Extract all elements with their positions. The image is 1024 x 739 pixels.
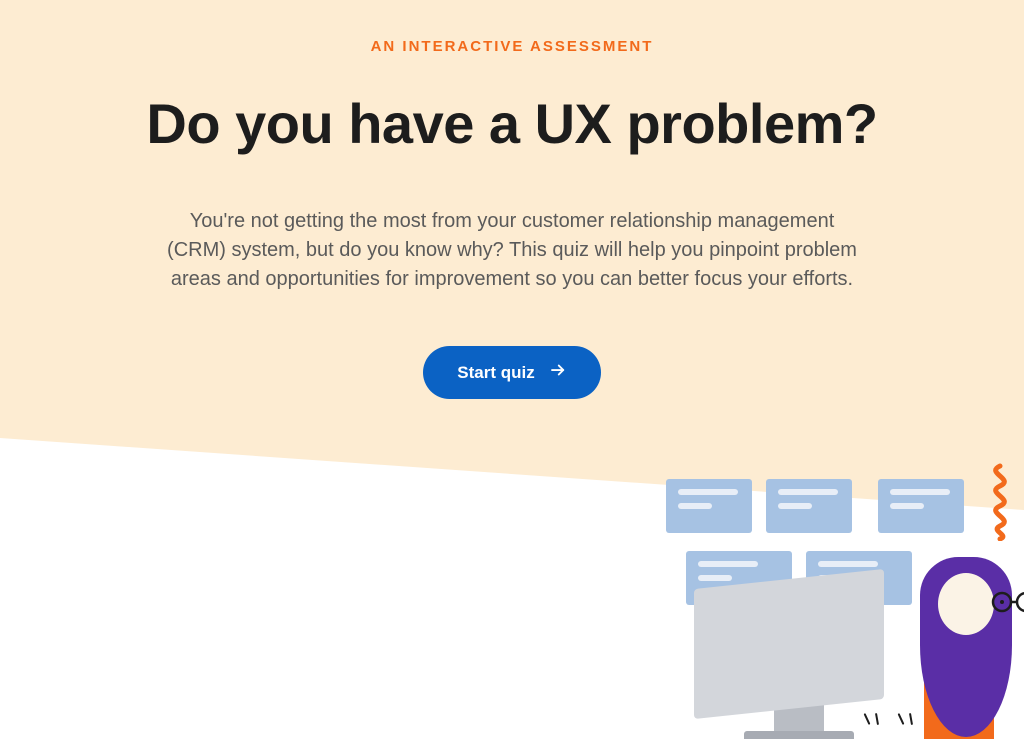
monitor-base-icon xyxy=(744,731,854,739)
arrow-right-icon xyxy=(549,361,567,384)
ui-card-icon xyxy=(766,479,852,533)
hero-illustration xyxy=(654,479,1024,739)
hero-content: AN INTERACTIVE ASSESSMENT Do you have a … xyxy=(0,0,1024,399)
start-quiz-label: Start quiz xyxy=(457,363,534,383)
page-title: Do you have a UX problem? xyxy=(0,89,1024,159)
ui-card-icon xyxy=(666,479,752,533)
ui-card-icon xyxy=(878,479,964,533)
eyebrow-text: AN INTERACTIVE ASSESSMENT xyxy=(0,38,1024,55)
hero-description: You're not getting the most from your cu… xyxy=(162,207,862,294)
accent-marks-icon xyxy=(864,713,924,733)
start-quiz-button[interactable]: Start quiz xyxy=(423,346,600,399)
person-face-icon xyxy=(938,573,994,635)
monitor-screen-icon xyxy=(694,569,884,719)
